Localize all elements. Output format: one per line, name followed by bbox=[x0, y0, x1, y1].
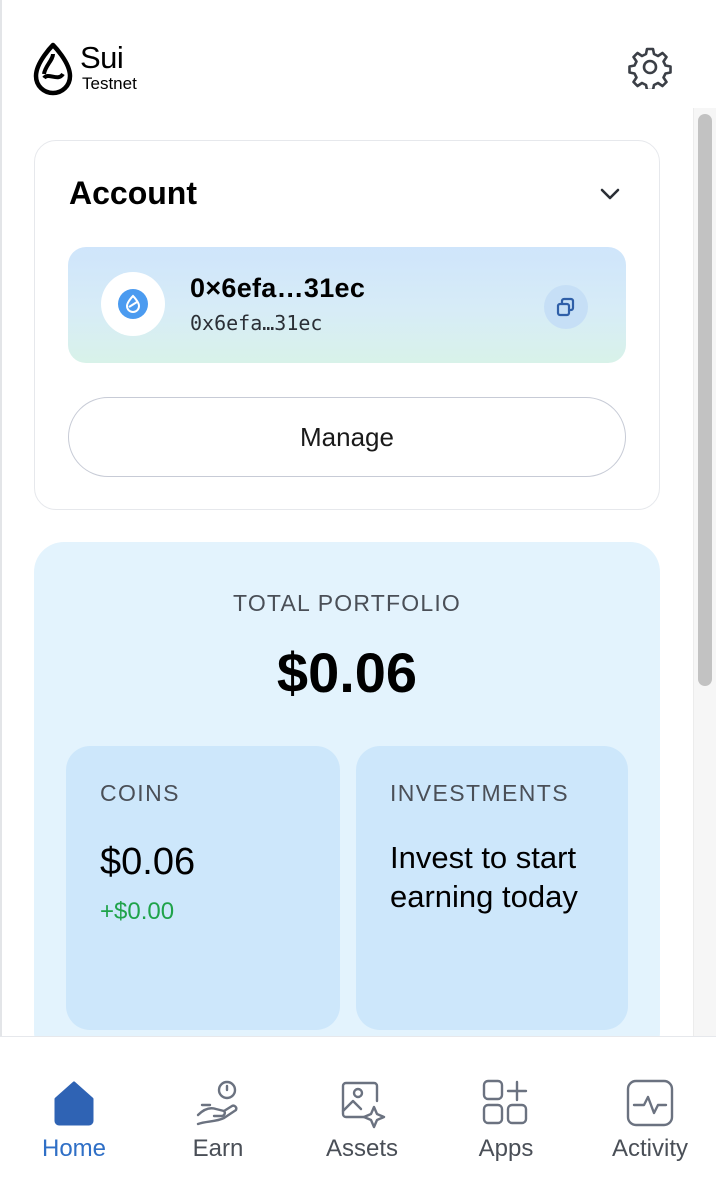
portfolio-card: TOTAL PORTFOLIO $0.06 COINS $0.06 +$0.00… bbox=[34, 542, 660, 1062]
nav-activity[interactable]: Activity bbox=[590, 1077, 710, 1169]
header: Sui Testnet bbox=[0, 0, 716, 110]
assets-icon bbox=[341, 1081, 386, 1129]
earn-icon bbox=[196, 1080, 238, 1126]
nav-label-assets: Assets bbox=[325, 1135, 399, 1162]
nav-label-earn: Earn bbox=[192, 1135, 244, 1162]
account-address: 0x6efa…31ec bbox=[190, 311, 323, 335]
scrollbar-thumb[interactable] bbox=[698, 114, 712, 686]
investments-text: Invest to start earning today bbox=[390, 840, 578, 914]
portfolio-value: $0.06 bbox=[276, 641, 418, 704]
window-edge bbox=[0, 0, 2, 1188]
sui-logo: Sui Testnet bbox=[32, 40, 182, 98]
account-title: Account bbox=[69, 175, 197, 211]
portfolio-label: TOTAL PORTFOLIO bbox=[232, 590, 462, 616]
investments-card[interactable]: INVESTMENTS Invest to start earning toda… bbox=[356, 746, 628, 1030]
bottom-nav: Home Earn Assets Apps Activity bbox=[0, 1036, 716, 1188]
coins-label: COINS bbox=[100, 780, 180, 806]
gear-icon[interactable] bbox=[628, 45, 672, 89]
coins-change: +$0.00 bbox=[100, 898, 175, 925]
chevron-down-icon[interactable] bbox=[597, 181, 623, 207]
nav-earn[interactable]: Earn bbox=[158, 1077, 278, 1169]
home-icon bbox=[54, 1081, 94, 1126]
nav-assets[interactable]: Assets bbox=[302, 1077, 422, 1169]
coins-value: $0.06 bbox=[100, 841, 196, 883]
account-name: 0×6efa…31ec bbox=[190, 273, 366, 303]
nav-label-activity: Activity bbox=[611, 1135, 688, 1162]
avatar bbox=[101, 272, 165, 336]
network-label: Testnet bbox=[82, 74, 137, 93]
logo-text: Sui bbox=[80, 40, 124, 75]
sui-drop-icon bbox=[33, 42, 73, 96]
activity-icon bbox=[626, 1079, 674, 1127]
nav-label-home: Home bbox=[41, 1135, 107, 1162]
nav-home[interactable]: Home bbox=[14, 1077, 134, 1169]
apps-icon bbox=[482, 1079, 528, 1125]
manage-button[interactable]: Manage bbox=[68, 397, 626, 477]
copy-address-button[interactable] bbox=[544, 285, 588, 329]
coins-card[interactable]: COINS $0.06 +$0.00 bbox=[66, 746, 340, 1030]
copy-icon bbox=[556, 297, 575, 317]
sui-avatar-icon bbox=[118, 289, 148, 319]
nav-apps[interactable]: Apps bbox=[446, 1077, 566, 1169]
investments-label: INVESTMENTS bbox=[390, 780, 569, 806]
nav-label-apps: Apps bbox=[478, 1135, 534, 1162]
account-address-row[interactable]: 0×6efa…31ec 0x6efa…31ec bbox=[68, 247, 626, 363]
account-card: Account 0×6efa…31ec 0x6efa…31ec Manage bbox=[34, 140, 660, 510]
